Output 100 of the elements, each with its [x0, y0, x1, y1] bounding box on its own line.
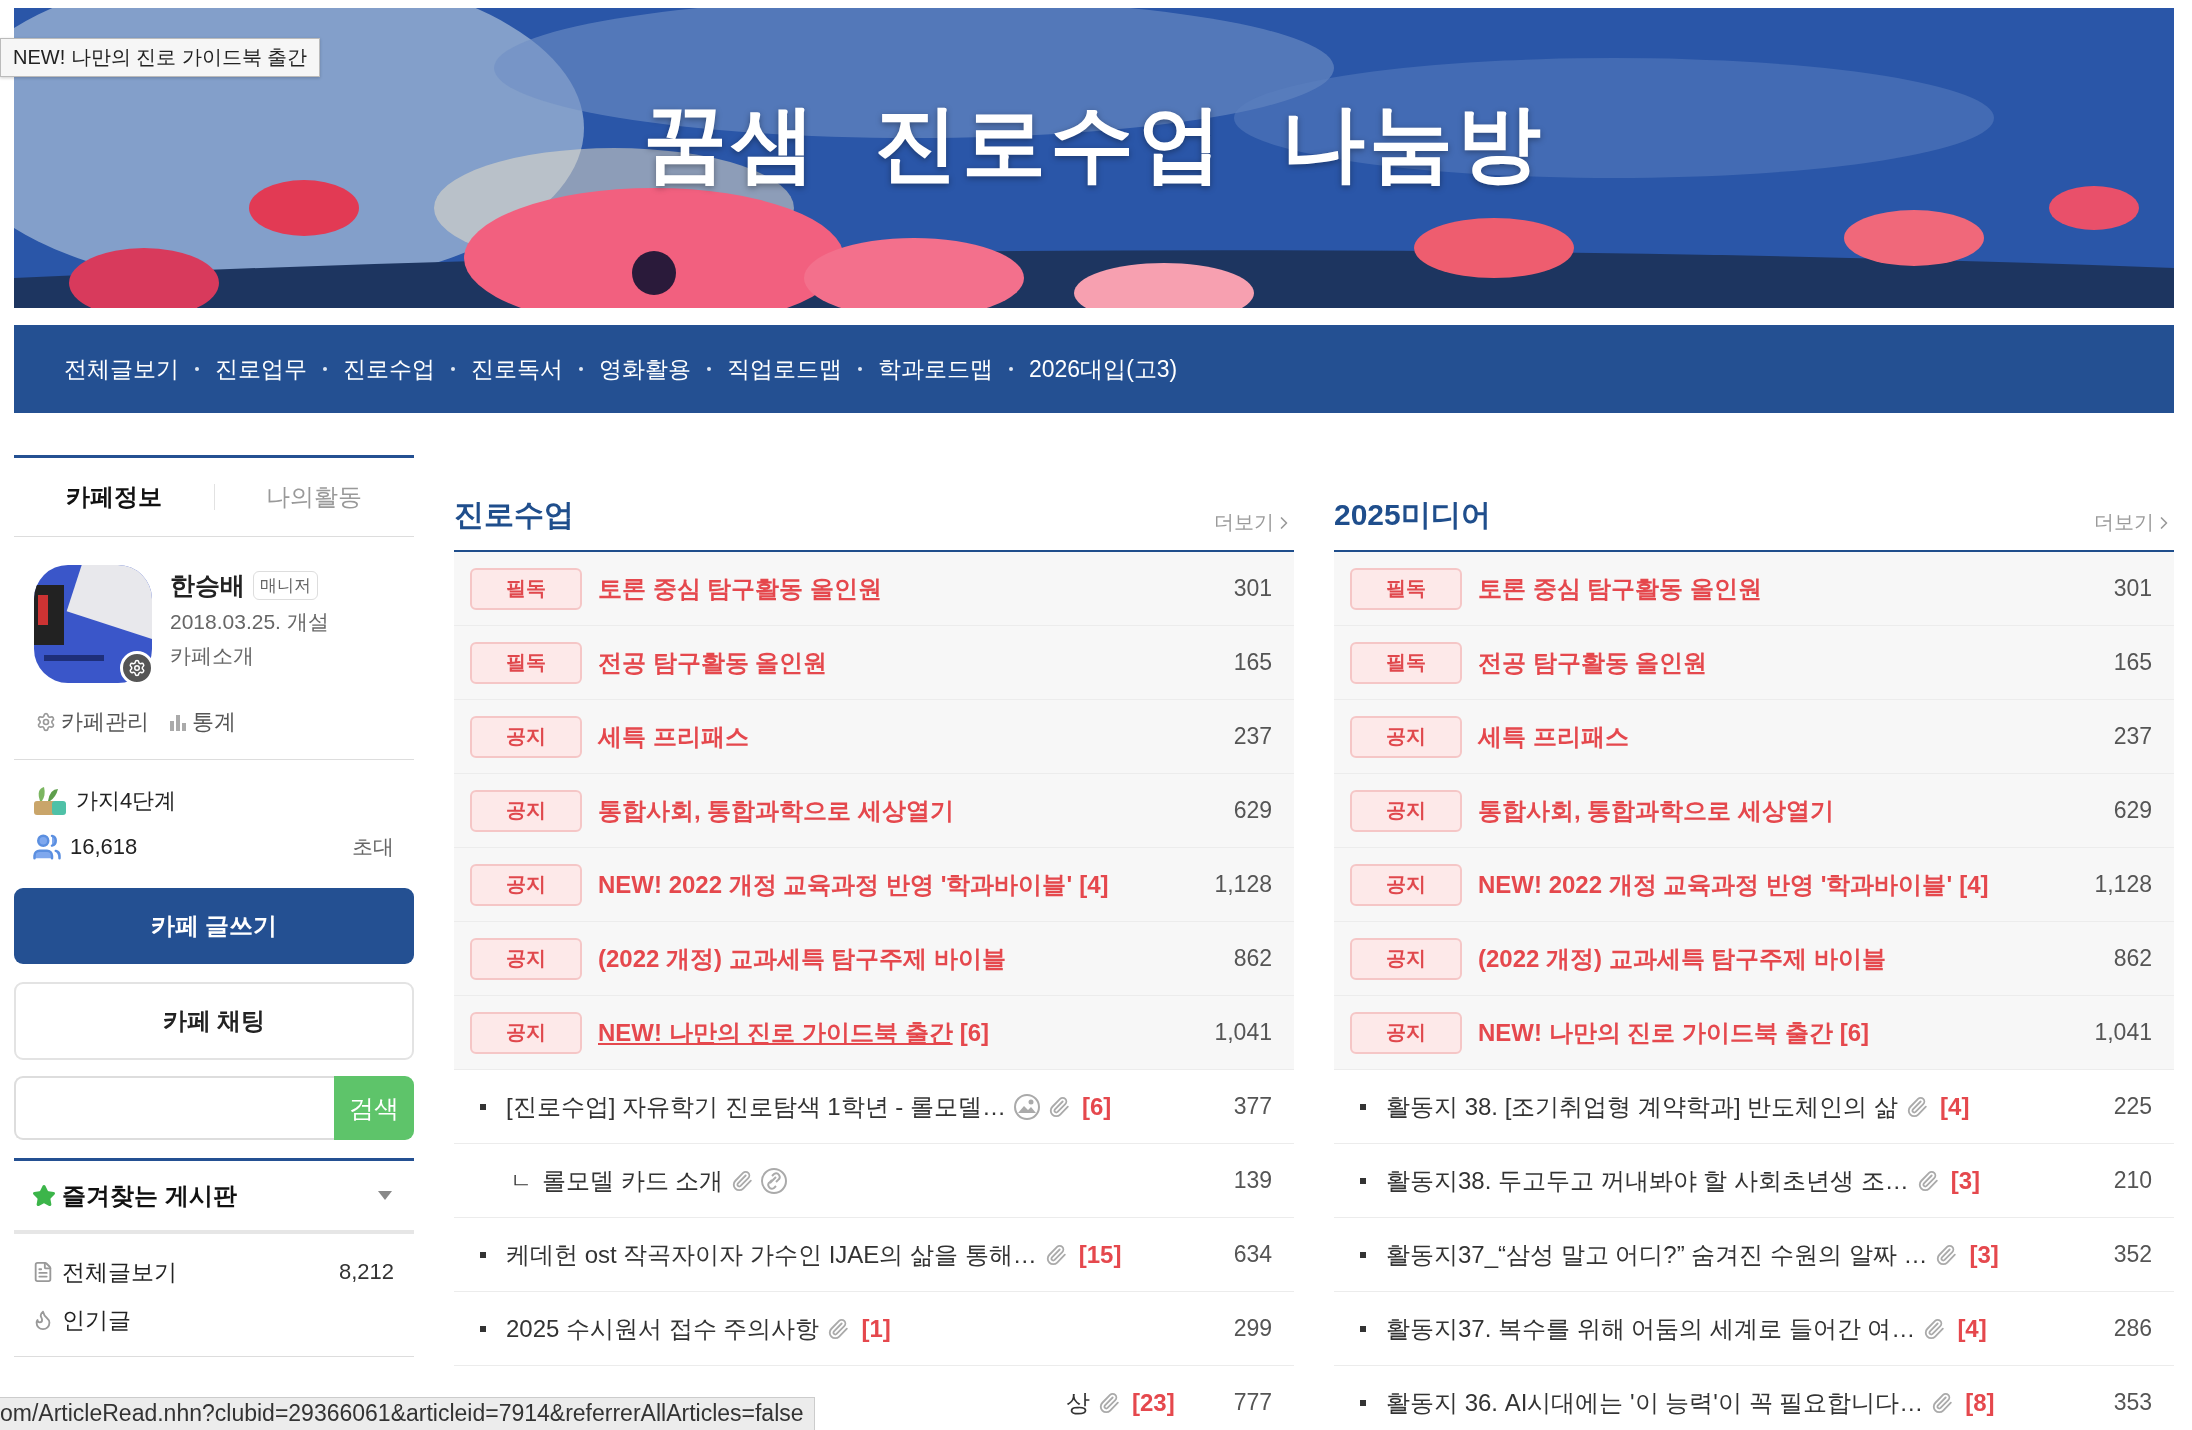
- view-count: 237: [1233, 723, 1272, 750]
- post-title-link[interactable]: 활동지 36. AI시대에는 '이 능력'이 꼭 필요합니다…: [1386, 1386, 1924, 1419]
- post-title-link[interactable]: 활동지37_“삼성 말고 어디?” 숨겨진 수원의 알짜 …: [1386, 1238, 1928, 1271]
- manager-name: 한승배: [170, 570, 245, 601]
- bullet-icon: [480, 1251, 486, 1258]
- post-title-link[interactable]: 활동지38. 두고두고 꺼내봐야 할 사회초년생 조…: [1386, 1164, 1909, 1197]
- view-count: 629: [2113, 797, 2152, 824]
- star-icon: [32, 1183, 56, 1208]
- invite-link[interactable]: 초대: [352, 833, 394, 861]
- sprout-icon: [32, 785, 68, 817]
- opened-date: 2018.03.25. 개설: [170, 609, 329, 635]
- nav-link[interactable]: 2026대입(고3): [1029, 353, 1178, 385]
- nav-link[interactable]: 전체글보기: [64, 353, 179, 385]
- bullet-icon: [1360, 1103, 1366, 1110]
- post-title-link[interactable]: NEW! 나만의 진로 가이드북 출간: [1478, 1016, 1833, 1049]
- post-title-link[interactable]: 활동지 38. [조기취업형 계약학과] 반도체인의 삶: [1386, 1090, 1899, 1123]
- comment-count: [4]: [1940, 1092, 1970, 1121]
- post-title-link[interactable]: 전공 탐구활동 올인원: [1478, 646, 1708, 679]
- nav-link[interactable]: 진로수업: [343, 353, 435, 385]
- menu-label: 인기글: [62, 1305, 131, 1335]
- menu-item[interactable]: 전체글보기 8,212: [14, 1248, 414, 1296]
- notice-badge: 필독: [1350, 567, 1462, 610]
- view-count: 165: [2113, 649, 2152, 676]
- comment-count: [1]: [861, 1314, 891, 1343]
- post-title-link[interactable]: 전공 탐구활동 올인원: [598, 646, 828, 679]
- view-count: 301: [2113, 575, 2152, 602]
- notice-badge: 필독: [470, 567, 582, 610]
- notice-badge: 공지: [1350, 715, 1462, 758]
- cafe-intro-link[interactable]: 카페소개: [170, 642, 329, 670]
- bullet-icon: [480, 1325, 486, 1332]
- favorites-header[interactable]: 즐겨찾는 게시판: [14, 1158, 414, 1234]
- post-title-link[interactable]: 2025 수시원서 접수 주의사항: [506, 1312, 820, 1345]
- view-count: 237: [2113, 723, 2152, 750]
- post-title-link[interactable]: 세특 프리패스: [598, 720, 749, 753]
- search-field[interactable]: [14, 1076, 334, 1140]
- nav-link[interactable]: 영화활용: [599, 353, 691, 385]
- comment-count: [6]: [959, 1018, 989, 1047]
- notice-badge: 공지: [470, 863, 582, 906]
- post-title-link[interactable]: 통합사회, 통합과학으로 세상열기: [1478, 794, 1834, 827]
- comment-count: [3]: [1950, 1166, 1981, 1195]
- view-count: 352: [2113, 1241, 2152, 1268]
- comment-count: [23]: [1132, 1388, 1175, 1417]
- view-count: 353: [2113, 1389, 2152, 1416]
- view-count: 299: [1233, 1315, 1272, 1342]
- banner-title: 꿈샘 진로수업 나눔방: [642, 94, 1546, 192]
- write-button[interactable]: 카페 글쓰기: [14, 888, 414, 964]
- reply-marker: ㄴ: [510, 1166, 532, 1195]
- notice-badge: 필독: [470, 641, 582, 684]
- chat-button[interactable]: 카페 채팅: [14, 982, 414, 1060]
- menu-count: 8,212: [338, 1259, 394, 1285]
- notice-badge: 공지: [470, 937, 582, 980]
- view-count: 862: [2113, 945, 2152, 972]
- post-title-link[interactable]: 토론 중심 탐구활동 올인원: [1478, 572, 1762, 605]
- menu-item[interactable]: 인기글: [14, 1296, 414, 1344]
- comment-count: [3]: [1969, 1240, 1999, 1269]
- post-title-link[interactable]: 상: [1066, 1386, 1090, 1419]
- post-title-link[interactable]: NEW! 나만의 진로 가이드북 출간: [598, 1016, 953, 1049]
- comment-count: [6]: [1839, 1018, 1869, 1047]
- post-title-link[interactable]: 세특 프리패스: [1478, 720, 1629, 753]
- post-title-link[interactable]: 활동지37. 복수를 위해 어둠의 세계로 들어간 여…: [1386, 1312, 1916, 1345]
- board-title: 2025미디어: [1334, 497, 1491, 533]
- view-count: 301: [1233, 575, 1272, 602]
- notice-badge: 공지: [1350, 1011, 1462, 1054]
- notice-badge: 공지: [470, 715, 582, 758]
- view-count: 1,128: [1214, 871, 1272, 898]
- post-title-link[interactable]: (2022 개정) 교과세특 탐구주제 바이블: [598, 942, 1007, 975]
- bullet-icon: [1360, 1325, 1366, 1332]
- post-title-link[interactable]: 통합사회, 통합과학으로 세상열기: [598, 794, 954, 827]
- post-title-link[interactable]: 케데헌 ost 작곡자이자 가수인 IJAE의 삶을 통해…: [506, 1238, 1037, 1271]
- document-icon: [32, 1261, 54, 1283]
- nav-link[interactable]: 진로독서: [471, 353, 563, 385]
- post-title-link[interactable]: 롤모델 카드 소개: [542, 1164, 724, 1197]
- notice-badge: 공지: [1350, 863, 1462, 906]
- comment-count: [15]: [1078, 1240, 1122, 1269]
- nav-link[interactable]: 학과로드맵: [878, 353, 993, 385]
- view-count: 1,041: [2094, 1019, 2152, 1046]
- view-count: 286: [2113, 1315, 2152, 1342]
- bar-chart-icon: [169, 713, 187, 731]
- post-title-link[interactable]: NEW! 2022 개정 교육과정 반영 '학과바이블': [1478, 868, 1953, 901]
- cafe-admin-link[interactable]: 카페관리: [36, 707, 149, 737]
- tooltip: NEW! 나만의 진로 가이드북 출간: [0, 38, 321, 77]
- post-title-link[interactable]: 토론 중심 탐구활동 올인원: [598, 572, 882, 605]
- view-count: 210: [2113, 1167, 2152, 1194]
- post-title-link[interactable]: [진로수업] 자유학기 진로탐색 1학년 - 롤모델…: [506, 1090, 1006, 1123]
- view-count: 377: [1233, 1093, 1272, 1120]
- notice-badge: 공지: [1350, 789, 1462, 832]
- view-count: 165: [1233, 649, 1272, 676]
- role-badge: 매니저: [253, 571, 318, 600]
- bullet-icon: [1360, 1399, 1366, 1406]
- board-title: 진로수업: [454, 497, 574, 533]
- nav-link[interactable]: 진로업무: [215, 353, 307, 385]
- post-title-link[interactable]: NEW! 2022 개정 교육과정 반영 '학과바이블': [598, 868, 1073, 901]
- view-count: 1,128: [2094, 871, 2152, 898]
- stats-link[interactable]: 통계: [169, 707, 236, 737]
- view-count: 1,041: [1214, 1019, 1272, 1046]
- sidebar-tab[interactable]: 카페정보: [14, 480, 214, 514]
- comment-count: [4]: [1959, 870, 1989, 899]
- post-title-link[interactable]: (2022 개정) 교과세특 탐구주제 바이블: [1478, 942, 1887, 975]
- notice-badge: 공지: [1350, 937, 1462, 980]
- nav-link[interactable]: 직업로드맵: [727, 353, 842, 385]
